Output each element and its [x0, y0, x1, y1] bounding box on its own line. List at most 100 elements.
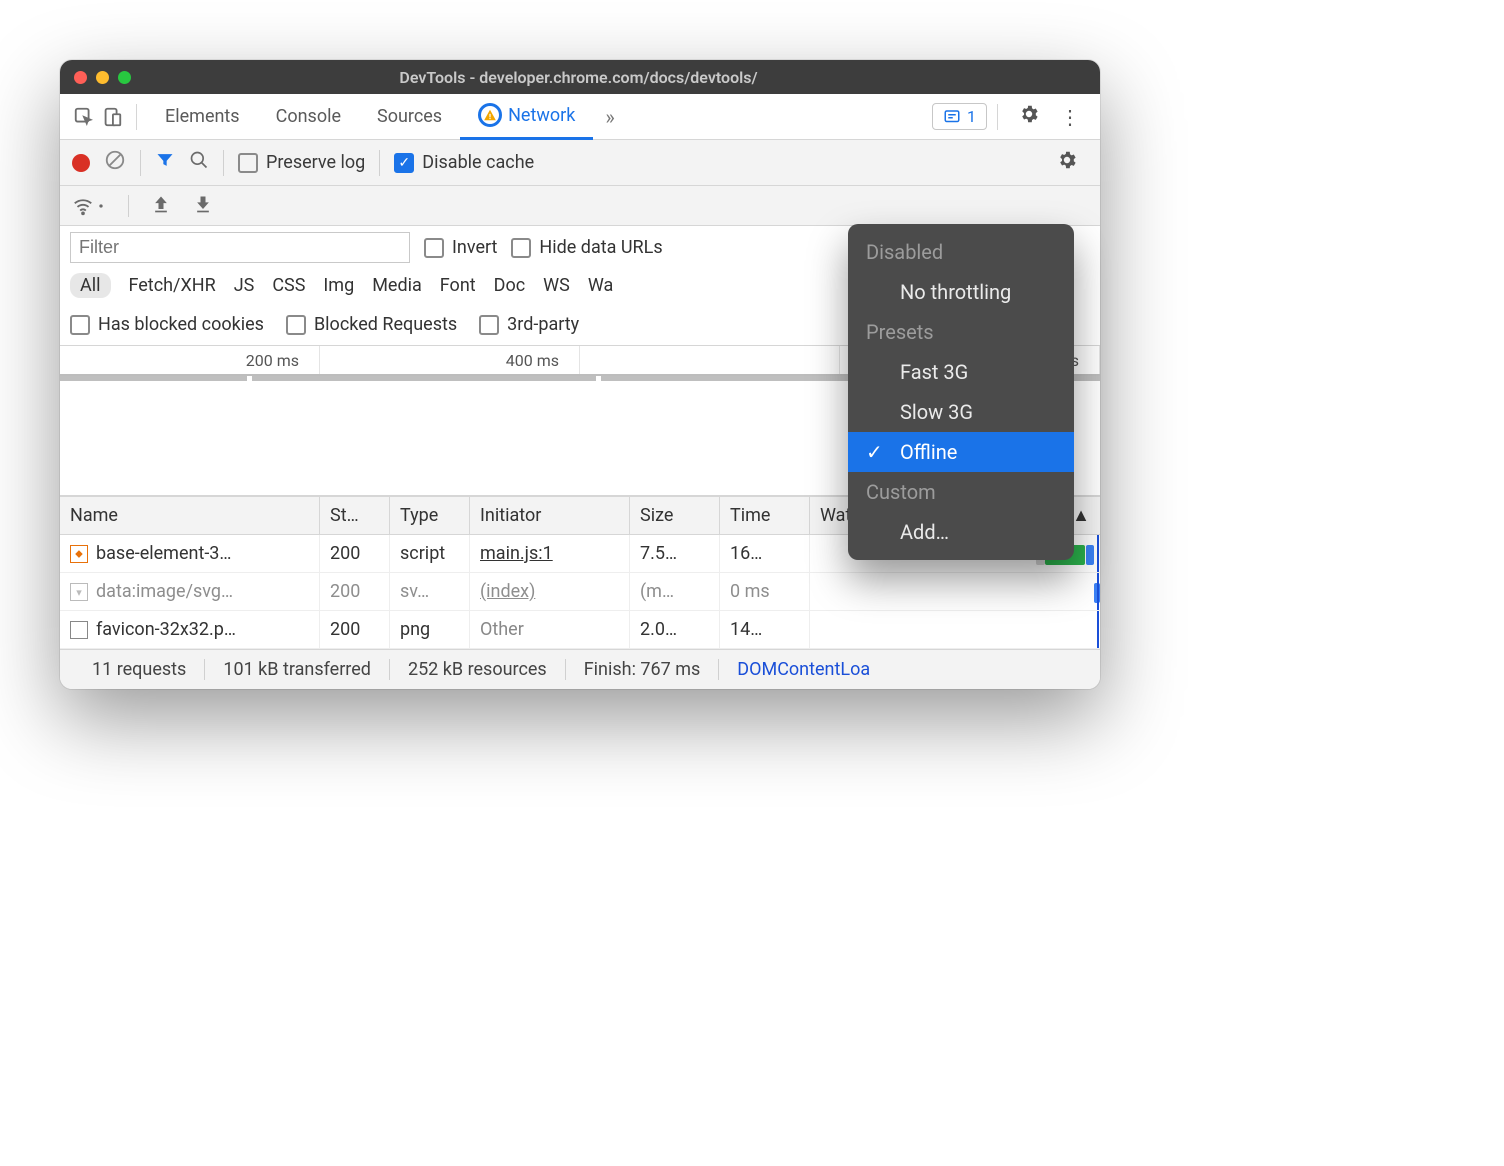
- more-menu-icon[interactable]: ⋮: [1050, 105, 1090, 129]
- search-icon[interactable]: [189, 150, 209, 175]
- cell-time: 0 ms: [720, 573, 810, 610]
- chip-wasm[interactable]: Wa: [588, 275, 613, 296]
- checkbox-checked-icon: ✓: [394, 153, 414, 173]
- clear-button[interactable]: [104, 149, 126, 176]
- initiator-link[interactable]: (index): [480, 581, 535, 602]
- cell-name: data:image/svg…: [96, 581, 233, 602]
- issues-button[interactable]: 1: [932, 103, 987, 130]
- chip-font[interactable]: Font: [440, 275, 476, 296]
- invert-checkbox[interactable]: Invert: [424, 237, 497, 258]
- generic-file-icon: [70, 621, 88, 639]
- status-dcl: DOMContentLoa: [719, 659, 870, 680]
- dropdown-item-fast-3g[interactable]: Fast 3G: [848, 352, 1074, 392]
- chip-media[interactable]: Media: [372, 275, 422, 296]
- blocked-requests-checkbox[interactable]: Blocked Requests: [286, 314, 457, 335]
- chip-all[interactable]: All: [70, 273, 111, 298]
- blocked-requests-label: Blocked Requests: [314, 314, 457, 335]
- disable-cache-checkbox[interactable]: ✓ Disable cache: [394, 152, 534, 173]
- tab-network[interactable]: Network: [460, 94, 593, 140]
- chip-img[interactable]: Img: [323, 275, 354, 296]
- tabs-overflow-icon[interactable]: »: [593, 105, 626, 129]
- inspect-element-icon[interactable]: [70, 103, 98, 131]
- chip-ws[interactable]: WS: [543, 275, 570, 296]
- device-toolbar-icon[interactable]: [98, 103, 126, 131]
- sort-asc-icon: ▲: [1072, 505, 1090, 526]
- has-blocked-cookies-checkbox[interactable]: Has blocked cookies: [70, 314, 264, 335]
- dropdown-item-no-throttling[interactable]: No throttling: [848, 272, 1074, 312]
- col-name[interactable]: Name: [60, 497, 320, 534]
- cell-size: (m…: [630, 573, 720, 610]
- initiator-link[interactable]: main.js:1: [480, 543, 553, 564]
- script-file-icon: ⬥: [70, 545, 88, 563]
- col-status[interactable]: St…: [320, 497, 390, 534]
- cell-size: 2.0…: [630, 611, 720, 648]
- network-conditions-icon[interactable]: [72, 195, 106, 217]
- throttling-dropdown: Disabled No throttling Presets Fast 3G S…: [848, 224, 1074, 560]
- checkbox-icon: [70, 315, 90, 335]
- settings-icon[interactable]: [1008, 103, 1050, 130]
- tab-network-label: Network: [508, 105, 575, 126]
- checkbox-icon: [286, 315, 306, 335]
- checkbox-icon: [238, 153, 258, 173]
- statusbar: 11 requests 101 kB transferred 252 kB re…: [60, 649, 1100, 689]
- chip-css[interactable]: CSS: [272, 275, 305, 296]
- cell-status: 200: [320, 573, 390, 610]
- cell-initiator: Other: [480, 619, 524, 640]
- filter-toggle-icon[interactable]: [155, 150, 175, 175]
- network-settings-icon[interactable]: [1046, 149, 1088, 176]
- status-requests: 11 requests: [74, 659, 205, 680]
- download-har-icon[interactable]: [193, 194, 213, 218]
- chip-js[interactable]: JS: [234, 275, 255, 296]
- titlebar: DevTools - developer.chrome.com/docs/dev…: [60, 60, 1100, 94]
- devtools-tabbar: Elements Console Sources Network » 1 ⋮: [60, 94, 1100, 140]
- status-finish: Finish: 767 ms: [566, 659, 720, 680]
- upload-har-icon[interactable]: [151, 194, 171, 218]
- table-row[interactable]: favicon-32x32.p… 200 png Other 2.0… 14…: [60, 611, 1100, 649]
- hide-data-urls-checkbox[interactable]: Hide data URLs: [511, 237, 662, 258]
- tick-200: 200 ms: [60, 346, 320, 374]
- third-party-checkbox[interactable]: 3rd-party: [479, 314, 579, 335]
- col-initiator[interactable]: Initiator: [470, 497, 630, 534]
- window-title: DevTools - developer.chrome.com/docs/dev…: [71, 68, 1086, 87]
- tab-sources-label: Sources: [377, 106, 442, 127]
- tick-400: 400 ms: [320, 346, 580, 374]
- warning-icon: [478, 103, 502, 127]
- cell-name: favicon-32x32.p…: [96, 619, 236, 640]
- cell-type: png: [390, 611, 470, 648]
- preserve-log-checkbox[interactable]: Preserve log: [238, 152, 365, 173]
- cell-time: 14…: [720, 611, 810, 648]
- cell-name: base-element-3…: [96, 543, 231, 564]
- waterfall-cell: [810, 573, 1100, 610]
- tab-elements[interactable]: Elements: [147, 94, 258, 140]
- table-row[interactable]: ▾ data:image/svg… 200 sv… (index) (m… 0 m…: [60, 573, 1100, 611]
- invert-label: Invert: [452, 237, 497, 258]
- tab-console[interactable]: Console: [258, 94, 359, 140]
- third-party-label: 3rd-party: [507, 314, 579, 335]
- col-size[interactable]: Size: [630, 497, 720, 534]
- col-time[interactable]: Time: [720, 497, 810, 534]
- hide-data-urls-label: Hide data URLs: [539, 237, 662, 258]
- checkbox-icon: [479, 315, 499, 335]
- dropdown-item-offline[interactable]: Offline: [848, 432, 1074, 472]
- chip-doc[interactable]: Doc: [494, 275, 526, 296]
- dropdown-group-custom: Custom: [848, 472, 1074, 512]
- tick-600: [580, 346, 840, 374]
- network-toolbar: Preserve log ✓ Disable cache: [60, 140, 1100, 186]
- col-type[interactable]: Type: [390, 497, 470, 534]
- dropdown-group-presets: Presets: [848, 312, 1074, 352]
- record-button[interactable]: [72, 154, 90, 172]
- image-file-icon: ▾: [70, 583, 88, 601]
- cell-type: sv…: [390, 573, 470, 610]
- cell-size: 7.5…: [630, 535, 720, 572]
- chip-fetch-xhr[interactable]: Fetch/XHR: [129, 275, 216, 296]
- checkbox-icon: [511, 238, 531, 258]
- dropdown-item-add[interactable]: Add…: [848, 512, 1074, 552]
- checkbox-icon: [424, 238, 444, 258]
- waterfall-cell: [810, 611, 1100, 648]
- tab-sources[interactable]: Sources: [359, 94, 460, 140]
- network-toolbar-2: [60, 186, 1100, 226]
- filter-input[interactable]: [70, 232, 410, 263]
- tab-console-label: Console: [276, 106, 341, 127]
- dropdown-item-slow-3g[interactable]: Slow 3G: [848, 392, 1074, 432]
- cell-type: script: [390, 535, 470, 572]
